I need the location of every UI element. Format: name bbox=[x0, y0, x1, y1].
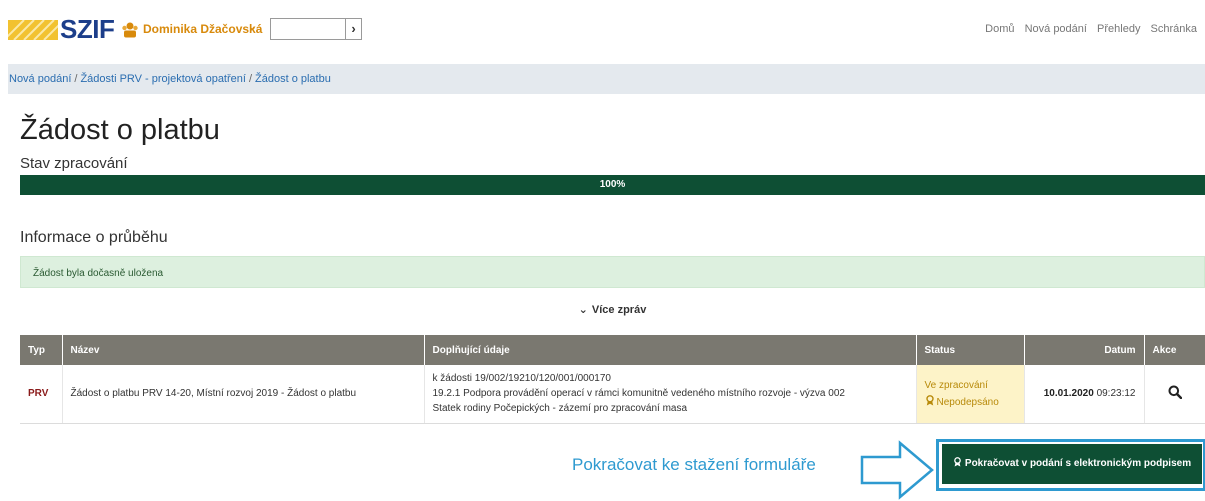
status-signature-label: Nepodepsáno bbox=[936, 396, 999, 408]
nav-item-prehledy[interactable]: Přehledy bbox=[1097, 23, 1140, 35]
arrow-right-icon bbox=[860, 440, 934, 500]
chevron-down-icon: ⌄ bbox=[578, 304, 588, 316]
top-navigation: Domů Nová podání Přehledy Schránka bbox=[978, 23, 1197, 35]
section-title: Informace o průběhu bbox=[20, 229, 168, 246]
user-group-icon bbox=[122, 22, 138, 38]
progress-percent: 100% bbox=[599, 179, 626, 190]
requests-table: Typ Název Doplňující údaje Status Datum … bbox=[20, 335, 1205, 424]
table-row: PRV Žádost o platbu PRV 14-20, Místní ro… bbox=[20, 365, 1205, 424]
cell-details: k žádosti 19/002/19210/120/001/000170 19… bbox=[424, 365, 917, 424]
detail-reference: k žádosti 19/002/19210/120/001/000170 bbox=[432, 373, 612, 385]
breadcrumb-separator: / bbox=[74, 73, 78, 85]
award-icon bbox=[925, 394, 934, 406]
column-header-akce: Akce bbox=[1144, 335, 1205, 365]
cell-datum: 10.01.2020 09:23:12 bbox=[1024, 365, 1145, 424]
logo-stripes-icon bbox=[8, 20, 58, 40]
top-bar: SZIF Dominika Džačovská ⌄ › Domů Nová po… bbox=[0, 0, 1205, 62]
detail-project: Statek rodiny Počepických - zázemí pro z… bbox=[432, 403, 688, 415]
download-hint: Pokračovat ke stažení formuláře bbox=[572, 455, 816, 474]
page-title: Žádost o platbu bbox=[20, 114, 220, 146]
cta-label: Pokračovat v podání s elektronickým podp… bbox=[964, 458, 1192, 469]
detail-measure: 19.2.1 Podpora provádění operací v rámci… bbox=[432, 388, 845, 400]
continue-with-signature-button[interactable]: Pokračovat v podání s elektronickým podp… bbox=[942, 444, 1202, 484]
cell-nazev: Žádost o platbu PRV 14-20, Místní rozvoj… bbox=[62, 365, 425, 424]
breadcrumb-separator: / bbox=[248, 73, 253, 85]
status-signature: Nepodepsáno bbox=[925, 394, 1016, 411]
breadcrumb-item[interactable]: Žádost o platbu bbox=[255, 73, 331, 85]
column-header-nazev: Název bbox=[62, 335, 425, 365]
nav-item-nova-podani[interactable]: Nová podání bbox=[1025, 23, 1087, 35]
column-header-datum: Datum bbox=[1024, 335, 1145, 365]
progress-label: Stav zpracování bbox=[20, 155, 128, 172]
search-submit-button[interactable]: › bbox=[346, 18, 362, 40]
logo[interactable]: SZIF bbox=[60, 14, 115, 45]
chevron-down-icon[interactable]: ⌄ bbox=[248, 20, 257, 33]
breadcrumb-item[interactable]: Žádosti PRV - projektová opatření bbox=[80, 73, 246, 85]
search-icon[interactable] bbox=[1168, 385, 1182, 400]
breadcrumb-item[interactable]: Nová podání bbox=[9, 73, 71, 85]
user-name[interactable]: Dominika Džačovská bbox=[143, 22, 262, 36]
date-value: 10.01.2020 bbox=[1043, 388, 1094, 400]
breadcrumb: Nová podání / Žádosti PRV - projektová opa… bbox=[8, 64, 1205, 94]
progress-bar: 100% bbox=[20, 175, 1205, 195]
search-input[interactable] bbox=[270, 18, 346, 40]
status-alert: Žádost byla dočasně uložena bbox=[20, 256, 1205, 288]
status-processing: Ve zpracování bbox=[924, 379, 988, 391]
column-header-doplnujici-udaje: Doplňující údaje bbox=[424, 335, 917, 365]
more-messages-label: Více zpráv bbox=[591, 304, 647, 316]
more-messages-toggle[interactable]: ⌄ Více zpráv bbox=[0, 303, 1205, 316]
table-header-row: Typ Název Doplňující údaje Status Datum … bbox=[20, 335, 1205, 365]
cell-typ: PRV bbox=[20, 365, 63, 424]
time-value: 09:23:12 bbox=[1096, 388, 1136, 400]
column-header-status: Status bbox=[916, 335, 1025, 365]
cell-status: Ve zpracování Nepodepsáno bbox=[916, 365, 1025, 424]
nav-item-domu[interactable]: Domů bbox=[985, 23, 1014, 35]
column-header-typ: Typ bbox=[20, 335, 63, 365]
nav-item-schranka[interactable]: Schránka bbox=[1151, 23, 1197, 35]
cell-akce bbox=[1144, 365, 1205, 424]
award-icon bbox=[954, 457, 961, 467]
